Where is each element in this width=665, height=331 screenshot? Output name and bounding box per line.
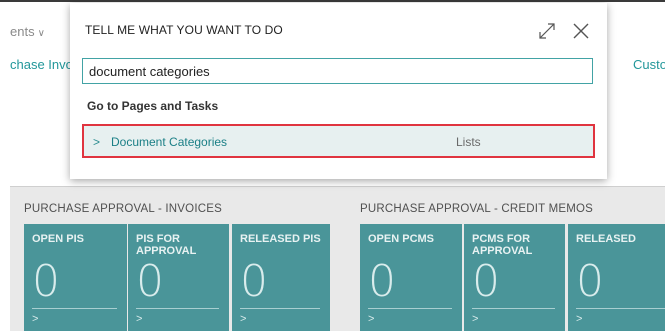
tile-value: 0 xyxy=(576,256,604,307)
tile-divider xyxy=(32,308,117,309)
chevron-down-icon: ∨ xyxy=(37,28,45,39)
tell-me-dialog: TELL ME WHAT YOU WANT TO DO Go to Pages … xyxy=(70,3,607,179)
tile-divider xyxy=(240,308,320,309)
tile-label: OPEN PCMS xyxy=(368,233,435,245)
tile-divider xyxy=(368,308,452,309)
chevron-right-icon: > xyxy=(576,313,583,325)
tile-label: PCMS FOR APPROVAL xyxy=(472,233,533,257)
chevron-right-icon: > xyxy=(472,313,479,325)
customers-link[interactable]: Customer xyxy=(633,57,665,72)
close-icon[interactable] xyxy=(570,20,592,42)
tile-divider xyxy=(472,308,555,309)
tile-label: RELEASED PIS xyxy=(240,233,321,245)
cue-tile-pis-for-approval[interactable]: PIS FOR APPROVAL 0 > xyxy=(128,224,229,331)
chevron-right-icon: > xyxy=(32,313,39,325)
cue-tile-released-pcms[interactable]: RELEASED 0 > xyxy=(568,224,665,331)
top-border xyxy=(0,0,665,2)
chevron-right-icon: > xyxy=(368,313,375,325)
tile-value: 0 xyxy=(472,256,500,307)
tile-value: 0 xyxy=(240,256,268,307)
expand-icon[interactable] xyxy=(537,21,557,41)
cue-tile-open-pis[interactable]: OPEN PIS 0 > xyxy=(24,224,127,331)
nav-menu-item[interactable]: ents ∨ xyxy=(10,24,45,39)
tile-divider xyxy=(136,308,219,309)
chevron-right-icon: > xyxy=(136,313,143,325)
tile-value: 0 xyxy=(368,256,396,307)
tile-label: PIS FOR APPROVAL xyxy=(136,233,197,257)
chevron-right-icon: > xyxy=(240,313,247,325)
purchase-invoices-link[interactable]: chase Invo xyxy=(10,57,73,72)
result-item-type: Lists xyxy=(456,135,481,149)
tile-label: OPEN PIS xyxy=(32,233,84,245)
cue-tile-open-pcms[interactable]: OPEN PCMS 0 > xyxy=(360,224,462,331)
tile-divider xyxy=(576,308,665,309)
tile-value: 0 xyxy=(136,256,164,307)
chevron-right-icon: > xyxy=(93,135,101,149)
result-item-document-categories[interactable]: > Document Categories Lists xyxy=(82,124,595,158)
dialog-title: TELL ME WHAT YOU WANT TO DO xyxy=(85,23,283,37)
tell-me-search-input[interactable] xyxy=(82,58,593,84)
section-title-credit-memos: PURCHASE APPROVAL - CREDIT MEMOS xyxy=(360,203,594,215)
cue-tile-released-pis[interactable]: RELEASED PIS 0 > xyxy=(232,224,330,331)
cue-tile-pcms-for-approval[interactable]: PCMS FOR APPROVAL 0 > xyxy=(464,224,565,331)
result-item-name: Document Categories xyxy=(111,135,228,149)
nav-menu-label: ents xyxy=(10,24,35,39)
section-title-invoices: PURCHASE APPROVAL - INVOICES xyxy=(24,203,222,215)
tile-label: RELEASED xyxy=(576,233,636,245)
results-group-heading: Go to Pages and Tasks xyxy=(87,99,219,113)
tile-value: 0 xyxy=(32,256,60,307)
